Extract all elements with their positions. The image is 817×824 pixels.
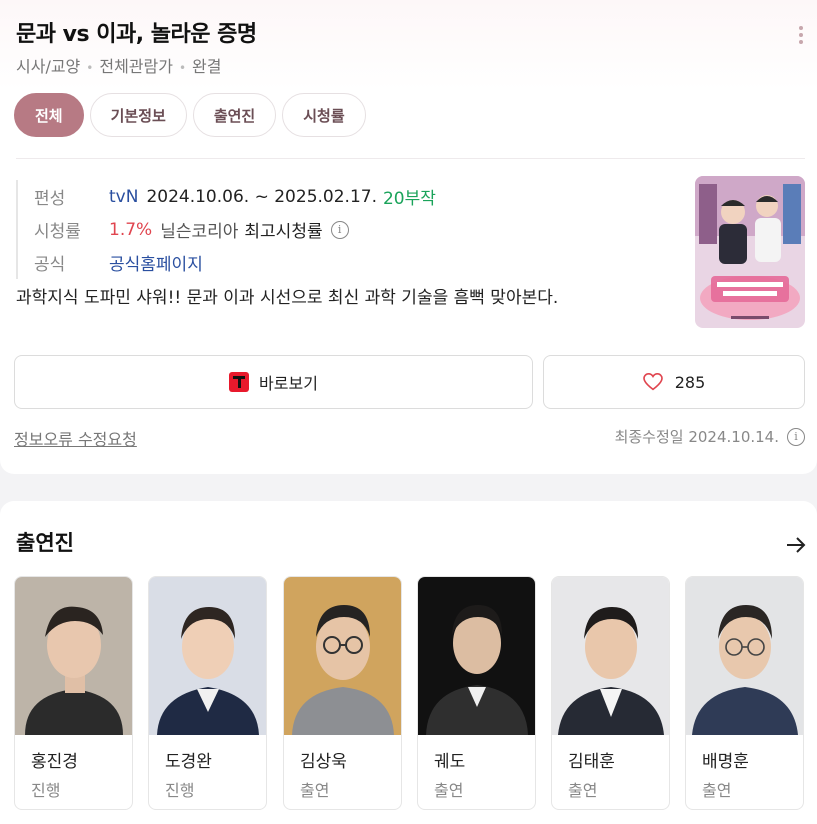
cast-role: 출연 [434, 781, 464, 800]
cast-name: 홍진경 [31, 752, 78, 772]
cast-member-card[interactable]: 홍진경 진행 [14, 576, 133, 810]
cast-role: 출연 [702, 781, 732, 800]
cast-role: 출연 [568, 781, 598, 800]
genre-text: 시사/교양 [16, 57, 81, 76]
report-error-link[interactable]: 정보오류 수정요청 [14, 426, 137, 450]
tab-basic-info[interactable]: 기본정보 [89, 93, 187, 137]
program-description: 과학지식 도파민 샤워!! 문과 이과 시선으로 최신 과학 기술을 흠뻑 맞아… [16, 288, 559, 308]
broadcast-label: 편성 [34, 189, 66, 209]
cast-name: 궤도 [434, 752, 466, 772]
program-title: 문과 vs 이과, 놀라운 증명 [16, 22, 257, 47]
cast-role: 진행 [165, 781, 195, 800]
cast-member-card[interactable]: 김상욱 출연 [283, 576, 402, 810]
cast-name: 도경완 [165, 752, 212, 772]
divider [16, 158, 805, 159]
cast-name: 배명훈 [702, 752, 749, 772]
watch-now-label: 바로보기 [259, 374, 318, 393]
program-poster[interactable] [695, 176, 805, 328]
cast-photo [686, 577, 803, 735]
cast-name: 김상욱 [300, 752, 347, 772]
heart-icon [642, 373, 663, 391]
episode-count: 20부작 [382, 189, 436, 209]
official-label: 공식 [34, 255, 66, 275]
like-button[interactable]: 285 [543, 355, 805, 409]
last-updated-text: 최종수정일 2024.10.14. [614, 428, 779, 446]
cast-card: 출연진 홍진경 진행 도경완 진행 김상욱 출연 궤도 출연 김태훈 출연 배명… [0, 501, 817, 824]
cast-name: 김태훈 [568, 752, 615, 772]
broadcast-period: 2024.10.06. ~ 2025.02.17. [146, 186, 377, 207]
info-icon[interactable]: i [330, 220, 349, 239]
cast-photo [284, 577, 401, 735]
rating-note: 최고시청률 [244, 222, 323, 242]
cast-photo [418, 577, 535, 735]
update-info-icon[interactable]: i [787, 427, 805, 446]
cast-member-card[interactable]: 배명훈 출연 [685, 576, 804, 810]
cast-role: 진행 [31, 781, 61, 800]
cast-photo [552, 577, 669, 735]
broadcast-row: 편성 tvN 2024.10.06. ~ 2025.02.17. 20부작 [34, 180, 436, 213]
rating-label: 시청률 [34, 222, 81, 242]
official-homepage-link[interactable]: 공식홈페이지 [109, 250, 203, 275]
rating-source: 닐슨코리아 [160, 222, 239, 242]
cast-member-card[interactable]: 궤도 출연 [417, 576, 536, 810]
tab-all[interactable]: 전체 [14, 93, 84, 137]
channel-link[interactable]: tvN [109, 187, 138, 207]
watch-now-button[interactable]: 바로보기 [14, 355, 533, 409]
cast-photo [15, 577, 132, 735]
status-text: 완결 [192, 57, 222, 76]
age-rating-text: 전체관람가 [99, 57, 173, 76]
program-meta: 시사/교양 • 전체관람가 • 완결 [16, 57, 222, 76]
rating-value: 1.7% [109, 219, 153, 240]
last-updated: 최종수정일 2024.10.14. i [615, 426, 805, 447]
like-count: 285 [674, 372, 706, 392]
tvn-logo-icon [229, 372, 250, 392]
tab-bar: 전체 기본정보 출연진 시청률 [14, 93, 366, 137]
cast-member-card[interactable]: 도경완 진행 [148, 576, 267, 810]
official-row: 공식 공식홈페이지 [34, 246, 436, 279]
program-info-card: 문과 vs 이과, 놀라운 증명 시사/교양 • 전체관람가 • 완결 전체 기본정보 … [0, 0, 817, 474]
tab-cast[interactable]: 출연진 [192, 93, 277, 137]
tab-ratings[interactable]: 시청률 [282, 93, 366, 137]
cast-photo [149, 577, 266, 735]
info-list: 편성 tvN 2024.10.06. ~ 2025.02.17. 20부작 시청… [16, 180, 436, 279]
cast-member-card[interactable]: 김태훈 출연 [551, 576, 670, 810]
cast-section-title: 출연진 [16, 531, 74, 555]
more-options-icon[interactable] [796, 26, 806, 48]
rating-row: 시청률 1.7% 닐슨코리아 최고시청률 i [34, 213, 436, 246]
arrow-right-icon[interactable] [785, 535, 807, 555]
cast-role: 출연 [300, 781, 330, 800]
